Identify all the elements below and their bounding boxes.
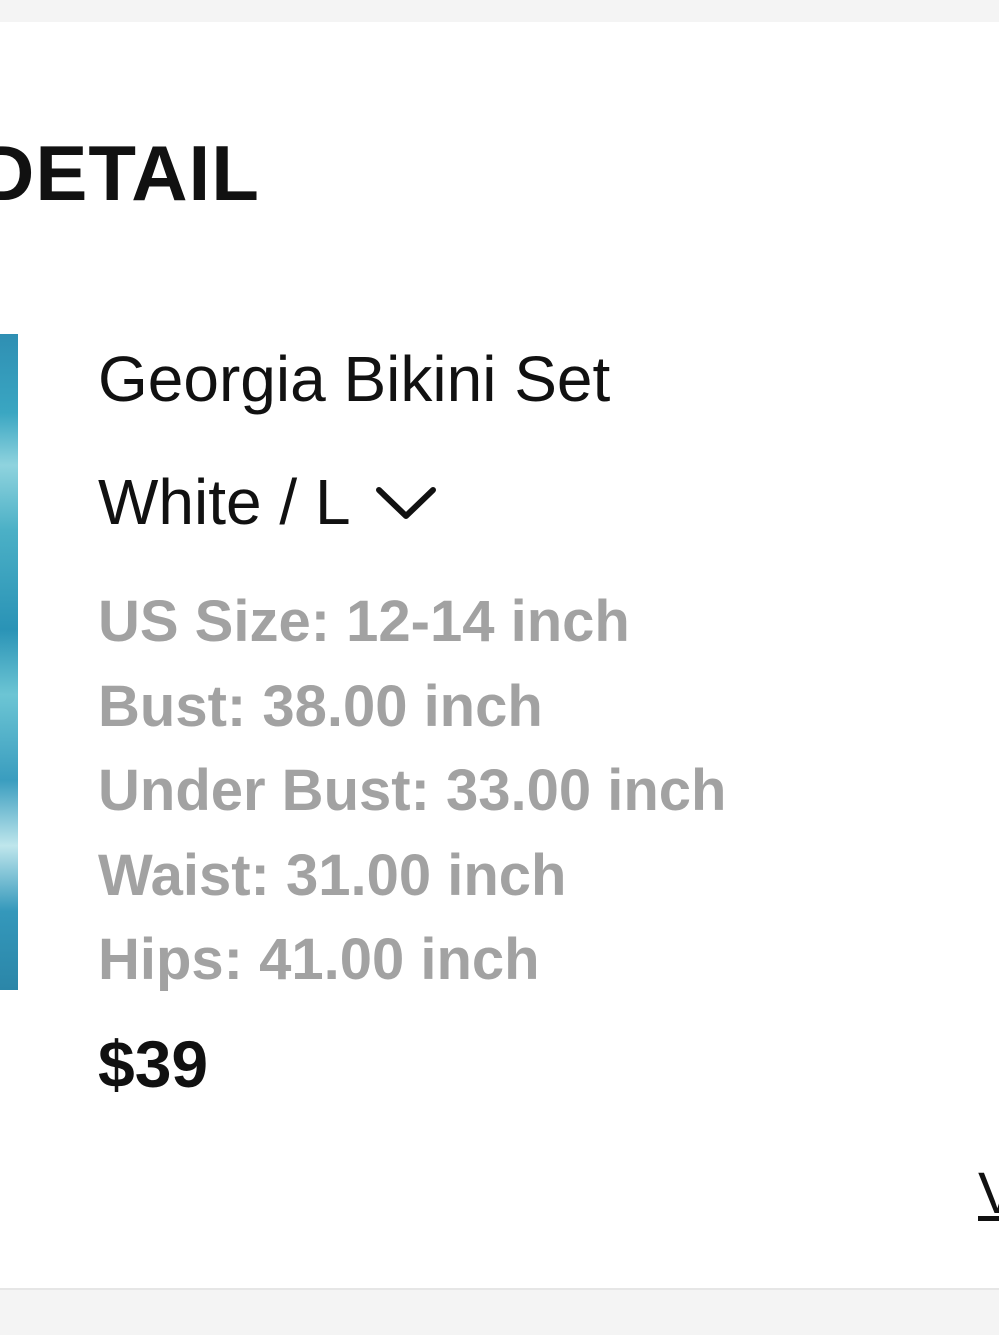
spec-hips: Hips: 41.00 inch [98, 927, 540, 992]
spec-us-size: US Size: 12-14 inch [98, 589, 630, 654]
spec-waist: Waist: 31.00 inch [98, 842, 567, 908]
product-price: $39 [98, 1027, 209, 1101]
variant-selector[interactable]: White / L [98, 464, 439, 540]
spec-under-bust: Under Bust: 33.00 inch [98, 758, 727, 823]
spec-bust: Bust: 38.00 inch [98, 673, 543, 739]
section-title: DETAIL [0, 129, 260, 217]
bottom-divider [0, 1288, 999, 1335]
order-detail-panel: DETAIL Georgia Bikini Set White / L US S… [0, 22, 999, 1288]
chevron-down-icon [375, 487, 436, 519]
edge-link[interactable]: V [978, 1162, 999, 1226]
size-spec-list: US Size: 12-14 inch Bust: 38.00 inch Und… [98, 580, 726, 1003]
variant-label: White / L [98, 466, 351, 538]
product-thumbnail[interactable] [0, 334, 18, 990]
product-name[interactable]: Georgia Bikini Set [98, 344, 610, 415]
